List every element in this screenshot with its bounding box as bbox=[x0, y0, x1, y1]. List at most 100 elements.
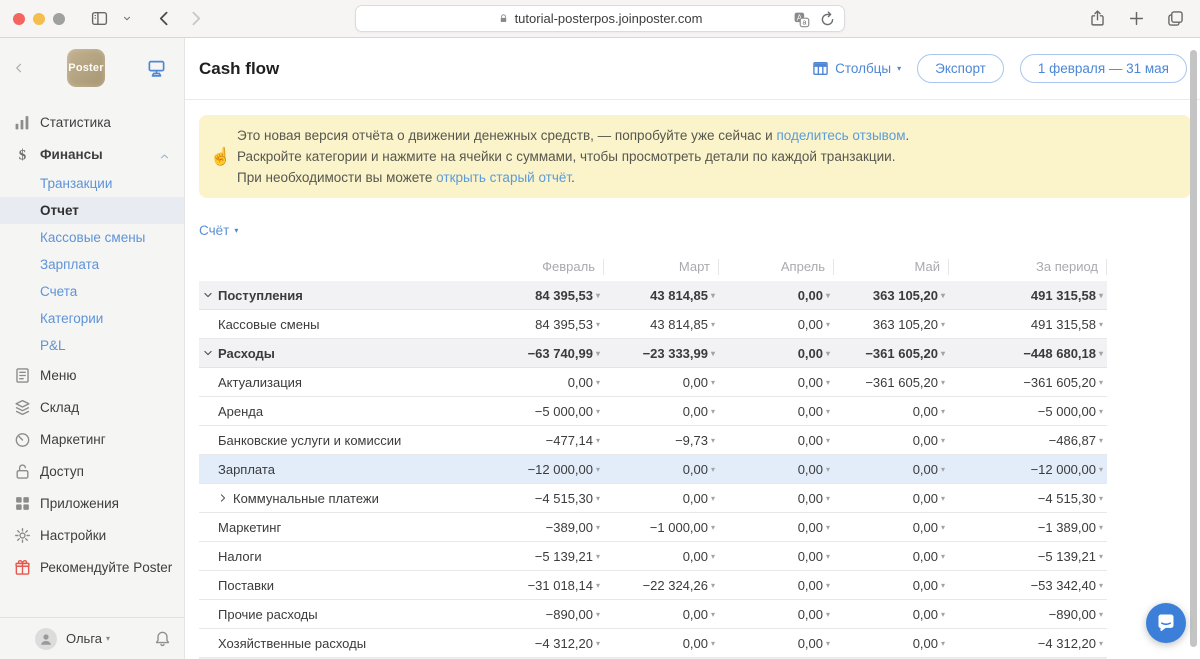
amount-cell[interactable]: 0,00▾ bbox=[834, 578, 949, 593]
amount-cell[interactable]: 0,00▾ bbox=[834, 636, 949, 651]
columns-dropdown[interactable]: Столбцы ▾ bbox=[812, 60, 901, 77]
vertical-scrollbar[interactable] bbox=[1190, 50, 1197, 647]
pos-terminal-icon[interactable] bbox=[147, 59, 166, 78]
amount-cell[interactable]: 0,00▾ bbox=[719, 433, 834, 448]
amount-cell[interactable]: 43 814,85▾ bbox=[604, 288, 719, 303]
amount-cell[interactable]: 0,00▾ bbox=[604, 462, 719, 477]
amount-cell[interactable]: 0,00▾ bbox=[719, 491, 834, 506]
amount-cell[interactable]: −22 324,26▾ bbox=[604, 578, 719, 593]
amount-cell[interactable]: −361 605,20▾ bbox=[834, 346, 949, 361]
amount-cell[interactable]: 0,00▾ bbox=[834, 462, 949, 477]
sidebar-item-access[interactable]: Доступ bbox=[0, 455, 184, 487]
amount-cell[interactable]: 363 105,20▾ bbox=[834, 317, 949, 332]
minimize-window-button[interactable] bbox=[33, 13, 45, 25]
account-filter-dropdown[interactable]: Счёт ▾ bbox=[199, 223, 238, 238]
translate-icon[interactable]: Aa bbox=[793, 11, 810, 28]
table-row[interactable]: Маркетинг−389,00▾−1 000,00▾0,00▾0,00▾−1 … bbox=[199, 513, 1107, 542]
amount-cell[interactable]: −890,00▾ bbox=[489, 607, 604, 622]
chat-widget-button[interactable] bbox=[1146, 603, 1186, 643]
amount-cell[interactable]: −12 000,00▾ bbox=[949, 462, 1107, 477]
open-old-report-link[interactable]: открыть старый отчёт bbox=[436, 170, 571, 185]
user-name[interactable]: Ольга bbox=[66, 631, 102, 646]
amount-cell[interactable]: 0,00▾ bbox=[834, 607, 949, 622]
row-label-cell[interactable]: Поступления bbox=[199, 288, 489, 303]
notifications-bell-icon[interactable] bbox=[154, 630, 171, 647]
address-bar[interactable]: tutorial-posterpos.joinposter.com Aa bbox=[355, 5, 845, 32]
share-icon[interactable] bbox=[1089, 10, 1106, 27]
reload-icon[interactable] bbox=[819, 11, 836, 28]
amount-cell[interactable]: 0,00▾ bbox=[719, 578, 834, 593]
collapse-sidebar-button[interactable] bbox=[13, 61, 25, 75]
amount-cell[interactable]: −5 139,21▾ bbox=[949, 549, 1107, 564]
table-row[interactable]: Банковские услуги и комиссии−477,14▾−9,7… bbox=[199, 426, 1107, 455]
amount-cell[interactable]: 0,00▾ bbox=[719, 346, 834, 361]
table-row[interactable]: Поступления84 395,53▾43 814,85▾0,00▾363 … bbox=[199, 281, 1107, 310]
close-window-button[interactable] bbox=[13, 13, 25, 25]
row-label-cell[interactable]: Коммунальные платежи bbox=[199, 491, 489, 506]
amount-cell[interactable]: 0,00▾ bbox=[719, 636, 834, 651]
table-row[interactable]: Расходы−63 740,99▾−23 333,99▾0,00▾−361 6… bbox=[199, 339, 1107, 368]
amount-cell[interactable]: 0,00▾ bbox=[604, 607, 719, 622]
table-row[interactable]: Поставки−31 018,14▾−22 324,26▾0,00▾0,00▾… bbox=[199, 571, 1107, 600]
amount-cell[interactable]: 0,00▾ bbox=[604, 636, 719, 651]
sidebar-item-applications[interactable]: Приложения bbox=[0, 487, 184, 519]
amount-cell[interactable]: 0,00▾ bbox=[719, 375, 834, 390]
sidebar-item-statistics[interactable]: Статистика bbox=[0, 106, 184, 138]
sidebar-item-marketing[interactable]: Маркетинг bbox=[0, 423, 184, 455]
browser-back-button[interactable] bbox=[156, 10, 173, 27]
amount-cell[interactable]: 0,00▾ bbox=[489, 375, 604, 390]
amount-cell[interactable]: 0,00▾ bbox=[834, 433, 949, 448]
sidebar-item-inventory[interactable]: Склад bbox=[0, 391, 184, 423]
amount-cell[interactable]: −5 000,00▾ bbox=[489, 404, 604, 419]
table-row[interactable]: Прочие расходы−890,00▾0,00▾0,00▾0,00▾−89… bbox=[199, 600, 1107, 629]
amount-cell[interactable]: 363 105,20▾ bbox=[834, 288, 949, 303]
amount-cell[interactable]: −1 000,00▾ bbox=[604, 520, 719, 535]
amount-cell[interactable]: −448 680,18▾ bbox=[949, 346, 1107, 361]
amount-cell[interactable]: 0,00▾ bbox=[719, 607, 834, 622]
table-row[interactable]: Коммунальные платежи−4 515,30▾0,00▾0,00▾… bbox=[199, 484, 1107, 513]
export-button[interactable]: Экспорт bbox=[917, 54, 1004, 83]
sidebar-options-chevron-icon[interactable] bbox=[122, 10, 132, 27]
amount-cell[interactable]: 84 395,53▾ bbox=[489, 288, 604, 303]
table-row[interactable]: Кассовые смены84 395,53▾43 814,85▾0,00▾3… bbox=[199, 310, 1107, 339]
amount-cell[interactable]: 84 395,53▾ bbox=[489, 317, 604, 332]
table-row[interactable]: Аренда−5 000,00▾0,00▾0,00▾0,00▾−5 000,00… bbox=[199, 397, 1107, 426]
share-feedback-link[interactable]: поделитесь отзывом bbox=[776, 128, 905, 143]
amount-cell[interactable]: −4 312,20▾ bbox=[949, 636, 1107, 651]
sidebar-item-settings[interactable]: Настройки bbox=[0, 519, 184, 551]
sidebar-item-pnl[interactable]: P&L bbox=[0, 332, 184, 359]
amount-cell[interactable]: 491 315,58▾ bbox=[949, 288, 1107, 303]
amount-cell[interactable]: 0,00▾ bbox=[834, 520, 949, 535]
table-row[interactable]: Хозяйственные расходы−4 312,20▾0,00▾0,00… bbox=[199, 629, 1107, 658]
amount-cell[interactable]: 0,00▾ bbox=[719, 520, 834, 535]
table-row[interactable]: Зарплата−12 000,00▾0,00▾0,00▾0,00▾−12 00… bbox=[199, 455, 1107, 484]
amount-cell[interactable]: −4 515,30▾ bbox=[489, 491, 604, 506]
amount-cell[interactable]: 0,00▾ bbox=[604, 404, 719, 419]
amount-cell[interactable]: 0,00▾ bbox=[719, 317, 834, 332]
amount-cell[interactable]: −5 139,21▾ bbox=[489, 549, 604, 564]
amount-cell[interactable]: −4 312,20▾ bbox=[489, 636, 604, 651]
amount-cell[interactable]: 0,00▾ bbox=[719, 462, 834, 477]
amount-cell[interactable]: −486,87▾ bbox=[949, 433, 1107, 448]
sidebar-item-recommend-poster[interactable]: Рекомендуйте Poster bbox=[0, 551, 184, 583]
date-range-button[interactable]: 1 февраля — 31 мая bbox=[1020, 54, 1187, 83]
amount-cell[interactable]: 0,00▾ bbox=[834, 491, 949, 506]
amount-cell[interactable]: 0,00▾ bbox=[604, 549, 719, 564]
table-row[interactable]: Актуализация0,00▾0,00▾0,00▾−361 605,20▾−… bbox=[199, 368, 1107, 397]
amount-cell[interactable]: −361 605,20▾ bbox=[834, 375, 949, 390]
avatar[interactable] bbox=[35, 628, 57, 650]
amount-cell[interactable]: 0,00▾ bbox=[834, 549, 949, 564]
sidebar-item-payroll[interactable]: Зарплата bbox=[0, 251, 184, 278]
amount-cell[interactable]: −9,73▾ bbox=[604, 433, 719, 448]
amount-cell[interactable]: 0,00▾ bbox=[604, 375, 719, 390]
browser-sidebar-toggle-icon[interactable] bbox=[91, 10, 108, 27]
amount-cell[interactable]: −5 000,00▾ bbox=[949, 404, 1107, 419]
amount-cell[interactable]: −389,00▾ bbox=[489, 520, 604, 535]
amount-cell[interactable]: −4 515,30▾ bbox=[949, 491, 1107, 506]
poster-logo[interactable]: Poster bbox=[67, 49, 105, 87]
amount-cell[interactable]: 0,00▾ bbox=[719, 549, 834, 564]
amount-cell[interactable]: −361 605,20▾ bbox=[949, 375, 1107, 390]
amount-cell[interactable]: −31 018,14▾ bbox=[489, 578, 604, 593]
amount-cell[interactable]: −63 740,99▾ bbox=[489, 346, 604, 361]
amount-cell[interactable]: 0,00▾ bbox=[719, 404, 834, 419]
